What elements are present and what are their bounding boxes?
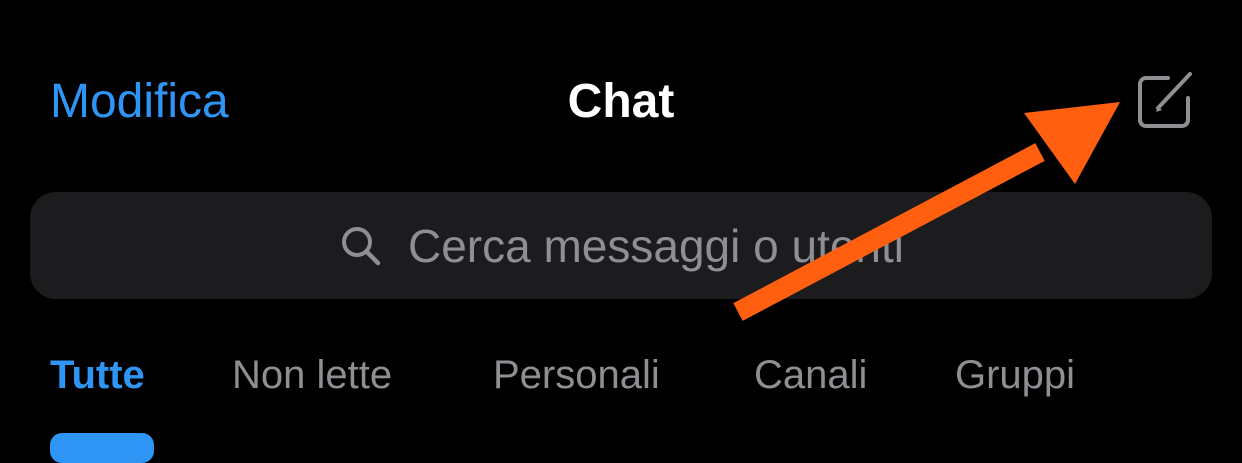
search-icon bbox=[341, 226, 381, 265]
compose-icon bbox=[1138, 72, 1192, 128]
search-bar[interactable]: Cerca messaggi o utenti bbox=[30, 192, 1212, 299]
active-tab-indicator bbox=[50, 433, 154, 463]
tab-non-lette[interactable]: Non lette bbox=[232, 345, 392, 405]
tab-gruppi[interactable]: Gruppi bbox=[955, 345, 1075, 405]
navigation-header: Modifica Chat bbox=[0, 0, 1242, 180]
edit-button[interactable]: Modifica bbox=[50, 72, 229, 132]
search-input[interactable]: Cerca messaggi o utenti bbox=[408, 216, 904, 276]
compose-button[interactable] bbox=[1132, 68, 1198, 134]
tab-tutte[interactable]: Tutte bbox=[50, 345, 145, 405]
tab-personali[interactable]: Personali bbox=[493, 345, 660, 405]
filter-tabs: Tutte Non lette Personali Canali Gruppi bbox=[0, 345, 1242, 452]
tab-canali[interactable]: Canali bbox=[754, 345, 867, 405]
